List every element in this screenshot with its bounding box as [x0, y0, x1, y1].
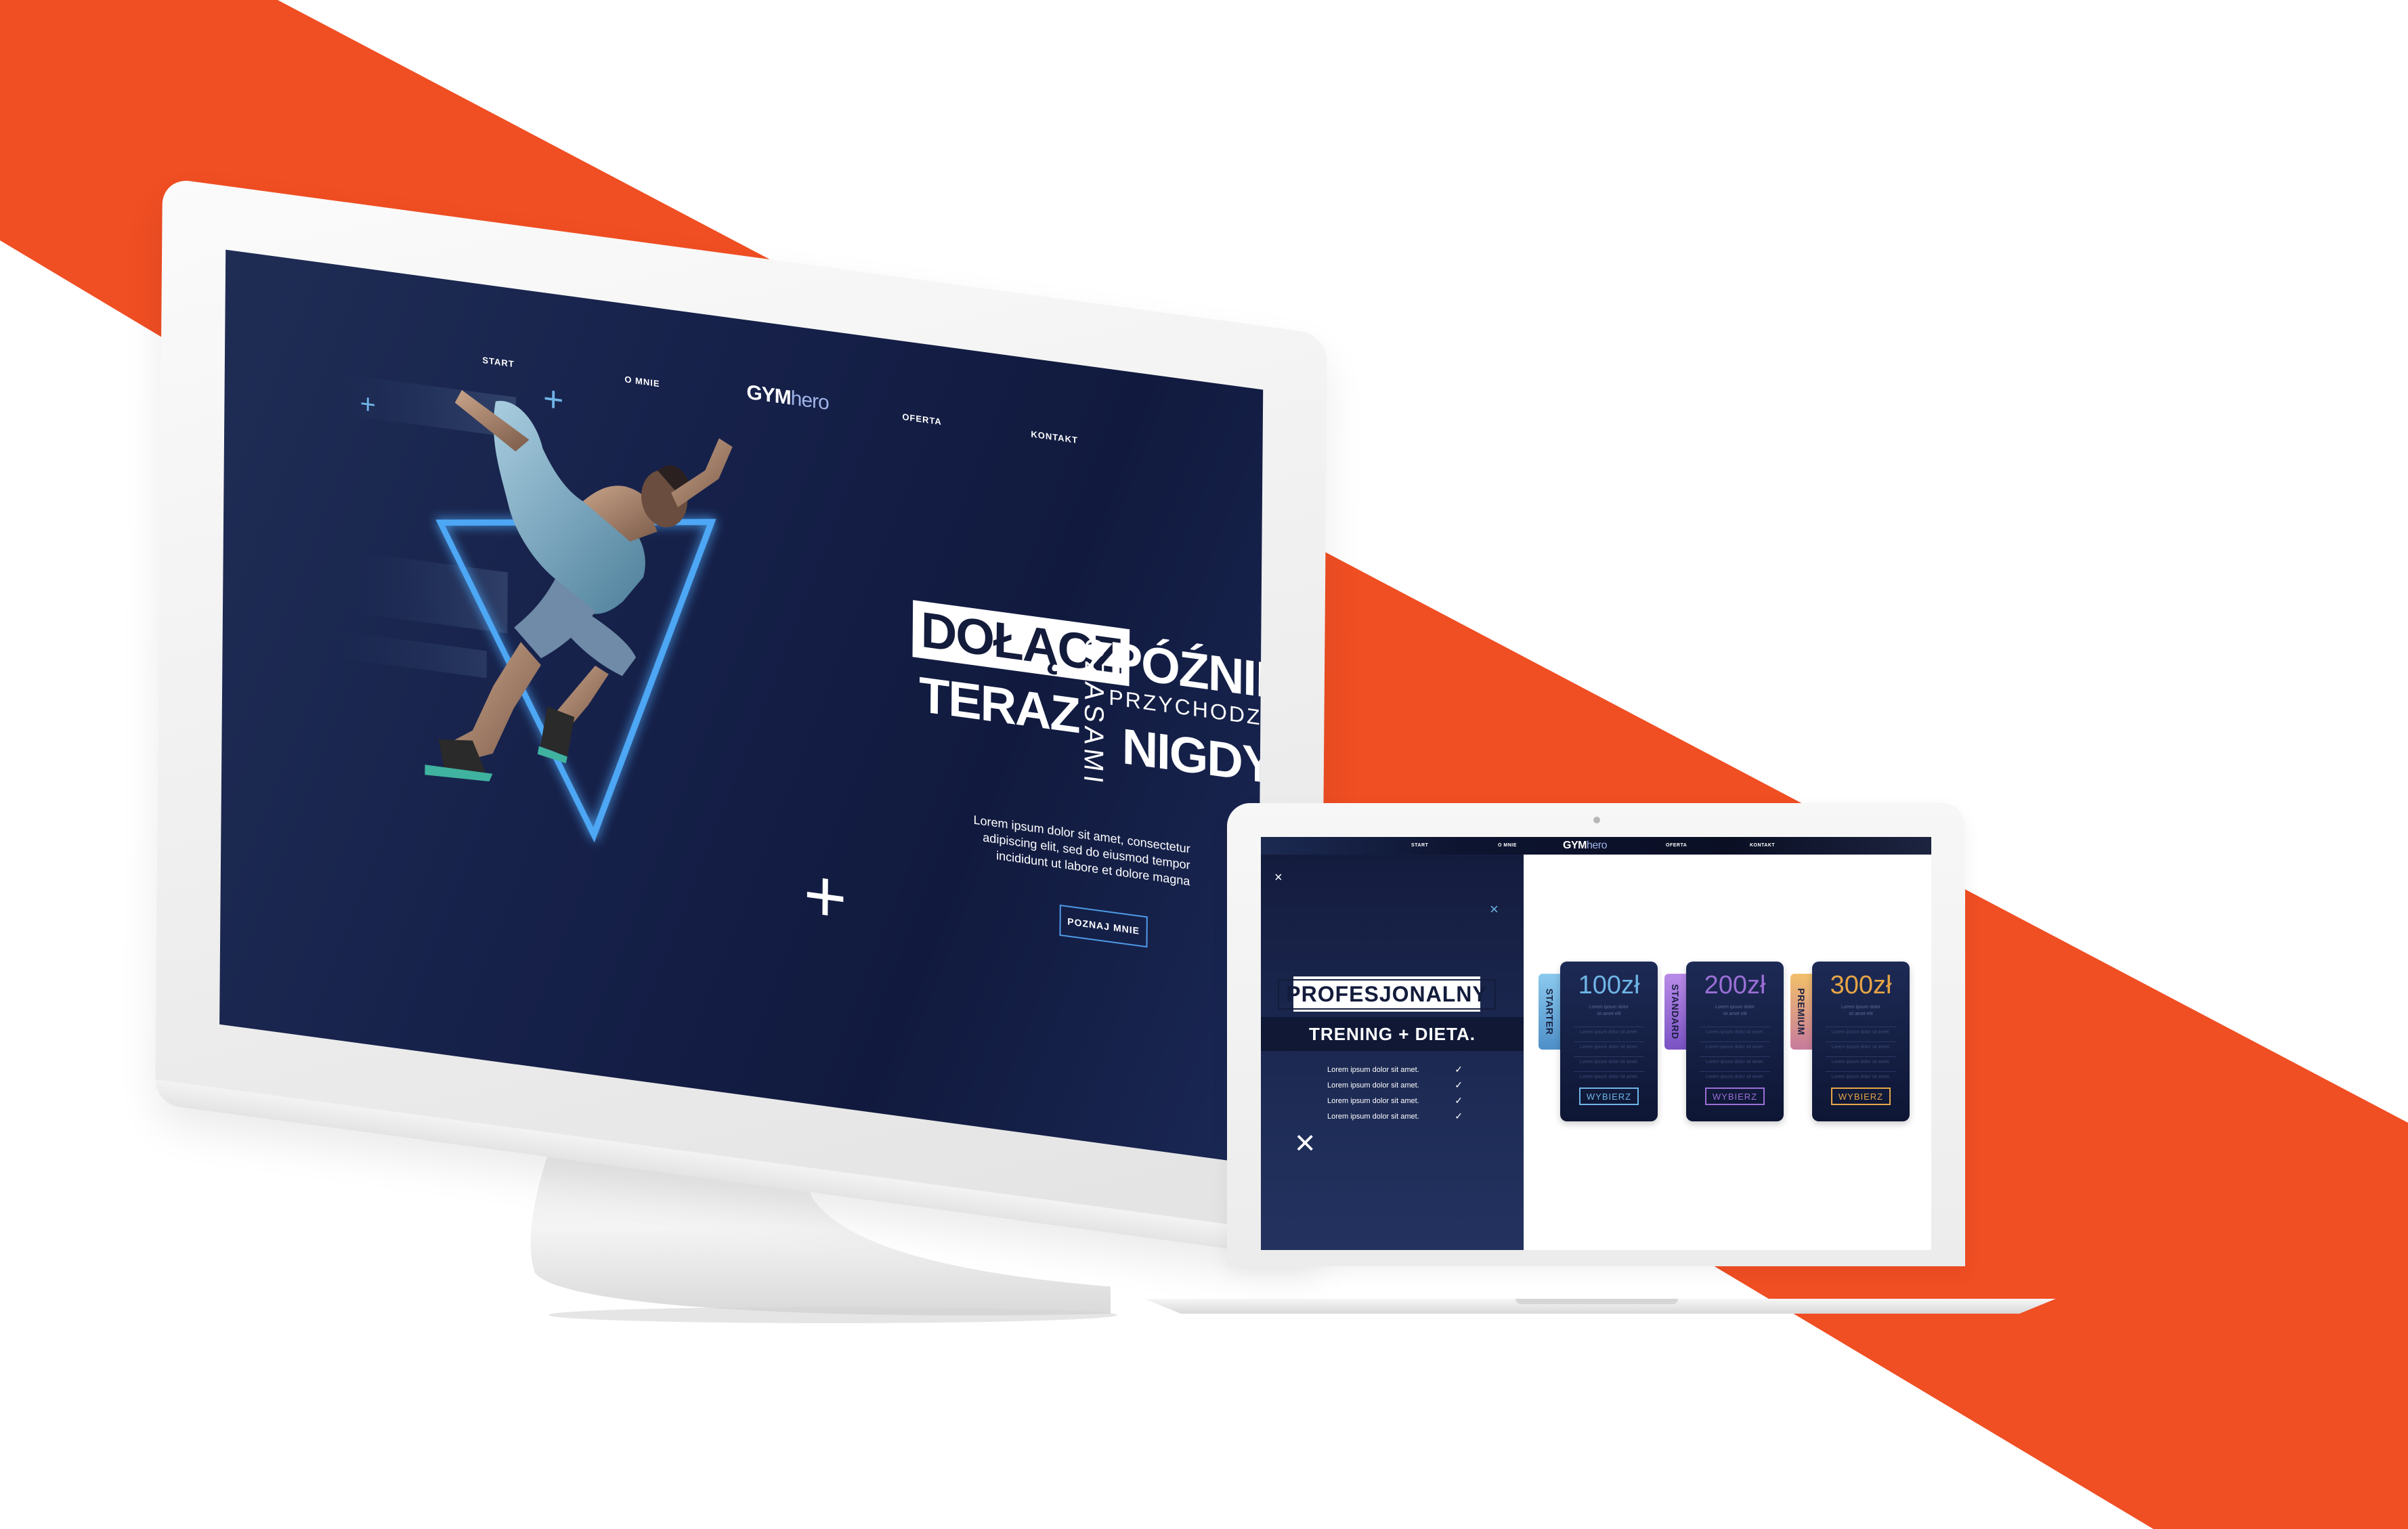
headline-nigdy: NIGDY.	[1121, 717, 1264, 796]
desktop-hero-screen: START O MNIE OFERTA KONTAKT GYMhero + + …	[219, 249, 1264, 1165]
plan-card-standard[interactable]: 200zł Lorem ipsum dolor sit amet elit Lo…	[1686, 962, 1784, 1121]
laptop: START O MNIE OFERTA KONTAKT GYMhero × × …	[1227, 803, 1965, 1266]
plan-row: Lorem ipsum dolor sit amet.	[1700, 1041, 1770, 1053]
plan-small-line: sit amet elit	[1849, 1012, 1873, 1016]
nav-oferta[interactable]: OFERTA	[1666, 843, 1687, 848]
plus-decoration-icon: ×	[1274, 870, 1283, 885]
profesjonalny-text: PROFESJONALNY	[1278, 978, 1496, 1010]
plan-price: 200zł	[1704, 971, 1766, 999]
webcam-icon	[1593, 817, 1600, 823]
feature-list: Lorem ipsum dolor sit amet. ✓ Lorem ipsum…	[1327, 1062, 1463, 1124]
plus-decoration-icon: +	[542, 379, 564, 421]
plan-row: Lorem ipsum dolor sit amet.	[1700, 1027, 1770, 1038]
plan-row: Lorem ipsum dolor sit amet.	[1574, 1056, 1644, 1068]
plan-card-premium[interactable]: 300zł Lorem ipsum dolor sit amet elit Lo…	[1812, 962, 1910, 1121]
plus-decoration-icon: +	[360, 388, 377, 421]
plan-row: Lorem ipsum dolor sit amet.	[1574, 1027, 1644, 1038]
list-item: Lorem ipsum dolor sit amet. ✓	[1327, 1062, 1463, 1077]
plan-row: Lorem ipsum dolor sit amet.	[1826, 1041, 1896, 1053]
checkmark-icon: ✓	[1455, 1079, 1463, 1090]
list-item: Lorem ipsum dolor sit amet. ✓	[1327, 1108, 1463, 1124]
nav-kontakt[interactable]: KONTAKT	[1031, 429, 1078, 445]
nav-oferta[interactable]: OFERTA	[902, 412, 942, 427]
wybierz-starter-button[interactable]: WYBIERZ	[1579, 1087, 1639, 1105]
plan-name: STARTER	[1544, 988, 1555, 1035]
wybierz-premium-button[interactable]: WYBIERZ	[1831, 1087, 1891, 1105]
list-item-text: Lorem ipsum dolor sit amet.	[1327, 1096, 1419, 1105]
plan-row: Lorem ipsum dolor sit amet.	[1700, 1056, 1770, 1068]
plan-small-line: Lorem ipsum dolor	[1715, 1005, 1755, 1010]
plan-tab-standard: STANDARD	[1664, 974, 1686, 1050]
plan-row: Lorem ipsum dolor sit amet.	[1574, 1071, 1644, 1083]
plan-tab-premium: PREMIUM	[1790, 974, 1812, 1050]
plus-decoration-icon: ×	[1295, 1123, 1316, 1163]
plan-small-line: sit amet elit	[1597, 1012, 1621, 1016]
plan-row: Lorem ipsum dolor sit amet.	[1826, 1027, 1896, 1038]
plan-small-line: Lorem ipsum dolor	[1841, 1005, 1880, 1010]
plan-price: 300zł	[1830, 971, 1892, 999]
plan-small-line: sit amet elit	[1723, 1012, 1747, 1016]
plan-card-starter[interactable]: 100zł Lorem ipsum dolor sit amet elit Lo…	[1560, 962, 1658, 1121]
plan-row: Lorem ipsum dolor sit amet.	[1826, 1056, 1896, 1068]
nav-kontakt[interactable]: KONTAKT	[1750, 843, 1775, 848]
logo-light: hero	[1586, 840, 1608, 851]
checkmark-icon: ✓	[1455, 1064, 1463, 1075]
laptop-pricing-screen: START O MNIE OFERTA KONTAKT GYMhero × × …	[1261, 837, 1931, 1250]
sprinter-athlete-image	[337, 373, 733, 843]
plan-price: 100zł	[1578, 971, 1640, 999]
nav-o-mnie[interactable]: O MNIE	[1498, 843, 1517, 848]
plan-row: Lorem ipsum dolor sit amet.	[1700, 1071, 1770, 1083]
plus-decoration-icon: ×	[1490, 901, 1499, 918]
laptop-nav-bar: START O MNIE OFERTA KONTAKT GYMhero	[1261, 837, 1931, 855]
plan-row: Lorem ipsum dolor sit amet.	[1826, 1071, 1896, 1083]
list-item-text: Lorem ipsum dolor sit amet.	[1327, 1081, 1419, 1090]
laptop-offer-panel: × × × PROFESJONALNY TRENING + DIETA. Lor…	[1261, 855, 1524, 1250]
trening-dieta-subtitle: TRENING + DIETA.	[1261, 1017, 1524, 1051]
list-item-text: Lorem ipsum dolor sit amet.	[1327, 1112, 1419, 1121]
plus-decoration-icon: +	[803, 851, 848, 941]
plan-name: STANDARD	[1670, 984, 1681, 1039]
imac-monitor: START O MNIE OFERTA KONTAKT GYMhero + + …	[155, 177, 1327, 1262]
list-item-text: Lorem ipsum dolor sit amet.	[1327, 1065, 1419, 1074]
headline-czasami: CZASAMI	[1078, 636, 1110, 790]
list-item: Lorem ipsum dolor sit amet. ✓	[1327, 1077, 1463, 1093]
plan-small-line: Lorem ipsum dolor	[1589, 1005, 1629, 1010]
checkmark-icon: ✓	[1455, 1111, 1463, 1121]
checkmark-icon: ✓	[1455, 1095, 1463, 1106]
list-item: Lorem ipsum dolor sit amet. ✓	[1327, 1093, 1463, 1108]
profesjonalny-title: PROFESJONALNY	[1278, 976, 1496, 1012]
plan-row: Lorem ipsum dolor sit amet.	[1574, 1041, 1644, 1053]
plan-name: PREMIUM	[1796, 988, 1807, 1035]
wybierz-standard-button[interactable]: WYBIERZ	[1705, 1087, 1765, 1105]
poznaj-mnie-button[interactable]: POZNAJ MNIE	[1059, 904, 1148, 948]
headline-teraz: TERAZ	[918, 666, 1080, 744]
logo-bold: GYM	[1563, 840, 1587, 851]
gymhero-logo[interactable]: GYMhero	[1563, 840, 1607, 852]
plan-tab-starter: STARTER	[1539, 974, 1560, 1050]
laptop-hinge	[1515, 1299, 1678, 1304]
nav-start[interactable]: START	[1411, 843, 1428, 848]
